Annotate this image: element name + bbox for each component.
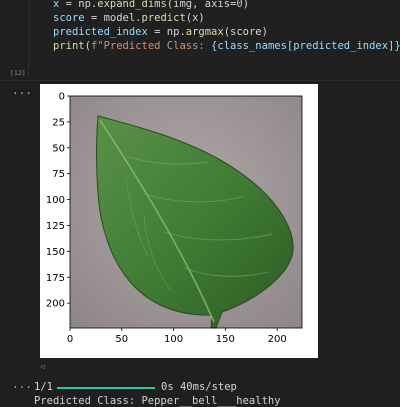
y-tick-label: 125 [46, 221, 65, 232]
plot-svg: 0 25 50 75 100 125 150 175 200 0 50 100 150 200 [46, 92, 303, 345]
scroll-left-icon[interactable]: ◁ [40, 362, 45, 371]
x-tick-label: 150 [216, 334, 235, 345]
x-tick-label: 200 [268, 334, 287, 345]
y-tick-label: 200 [46, 299, 65, 310]
y-tick-label: 175 [46, 273, 65, 284]
execution-count: [12] [10, 69, 26, 77]
progress-bar [57, 387, 155, 389]
y-tick-label: 0 [59, 92, 65, 103]
y-tick-label: 50 [52, 143, 65, 154]
prediction-output: Predicted Class: Pepper__bell___healthy [34, 395, 281, 407]
code-line-4: print(f"Predicted Class: {class_names[pr… [53, 40, 400, 52]
output-collapse-icon[interactable]: ... [12, 84, 32, 97]
y-tick-label: 150 [46, 247, 65, 258]
y-tick-label: 75 [52, 169, 65, 180]
cell-divider [0, 80, 400, 81]
code-line-2: score = model.predict(x) [53, 12, 205, 24]
progress-time: 0s 40ms/step [161, 381, 237, 393]
output-collapse-icon-2[interactable]: ... [12, 378, 32, 391]
y-tick-label: 100 [46, 195, 65, 206]
x-tick-label: 100 [164, 334, 183, 345]
y-tick-label: 25 [52, 117, 65, 128]
code-cell[interactable]: x = np.expand_dims(img, axis=0) score = … [28, 0, 400, 76]
code-line-3: predicted_index = np.argmax(score) [53, 26, 268, 38]
progress-step: 1/1 [34, 381, 53, 393]
code-line-1: x = np.expand_dims(img, axis=0) [53, 0, 250, 10]
x-axis: 0 50 100 150 200 [67, 328, 287, 345]
x-tick-label: 0 [67, 334, 73, 345]
x-tick-label: 50 [115, 334, 128, 345]
plot-figure: 0 25 50 75 100 125 150 175 200 0 50 100 150 200 [40, 84, 318, 358]
y-axis: 0 25 50 75 100 125 150 175 200 [46, 92, 70, 310]
